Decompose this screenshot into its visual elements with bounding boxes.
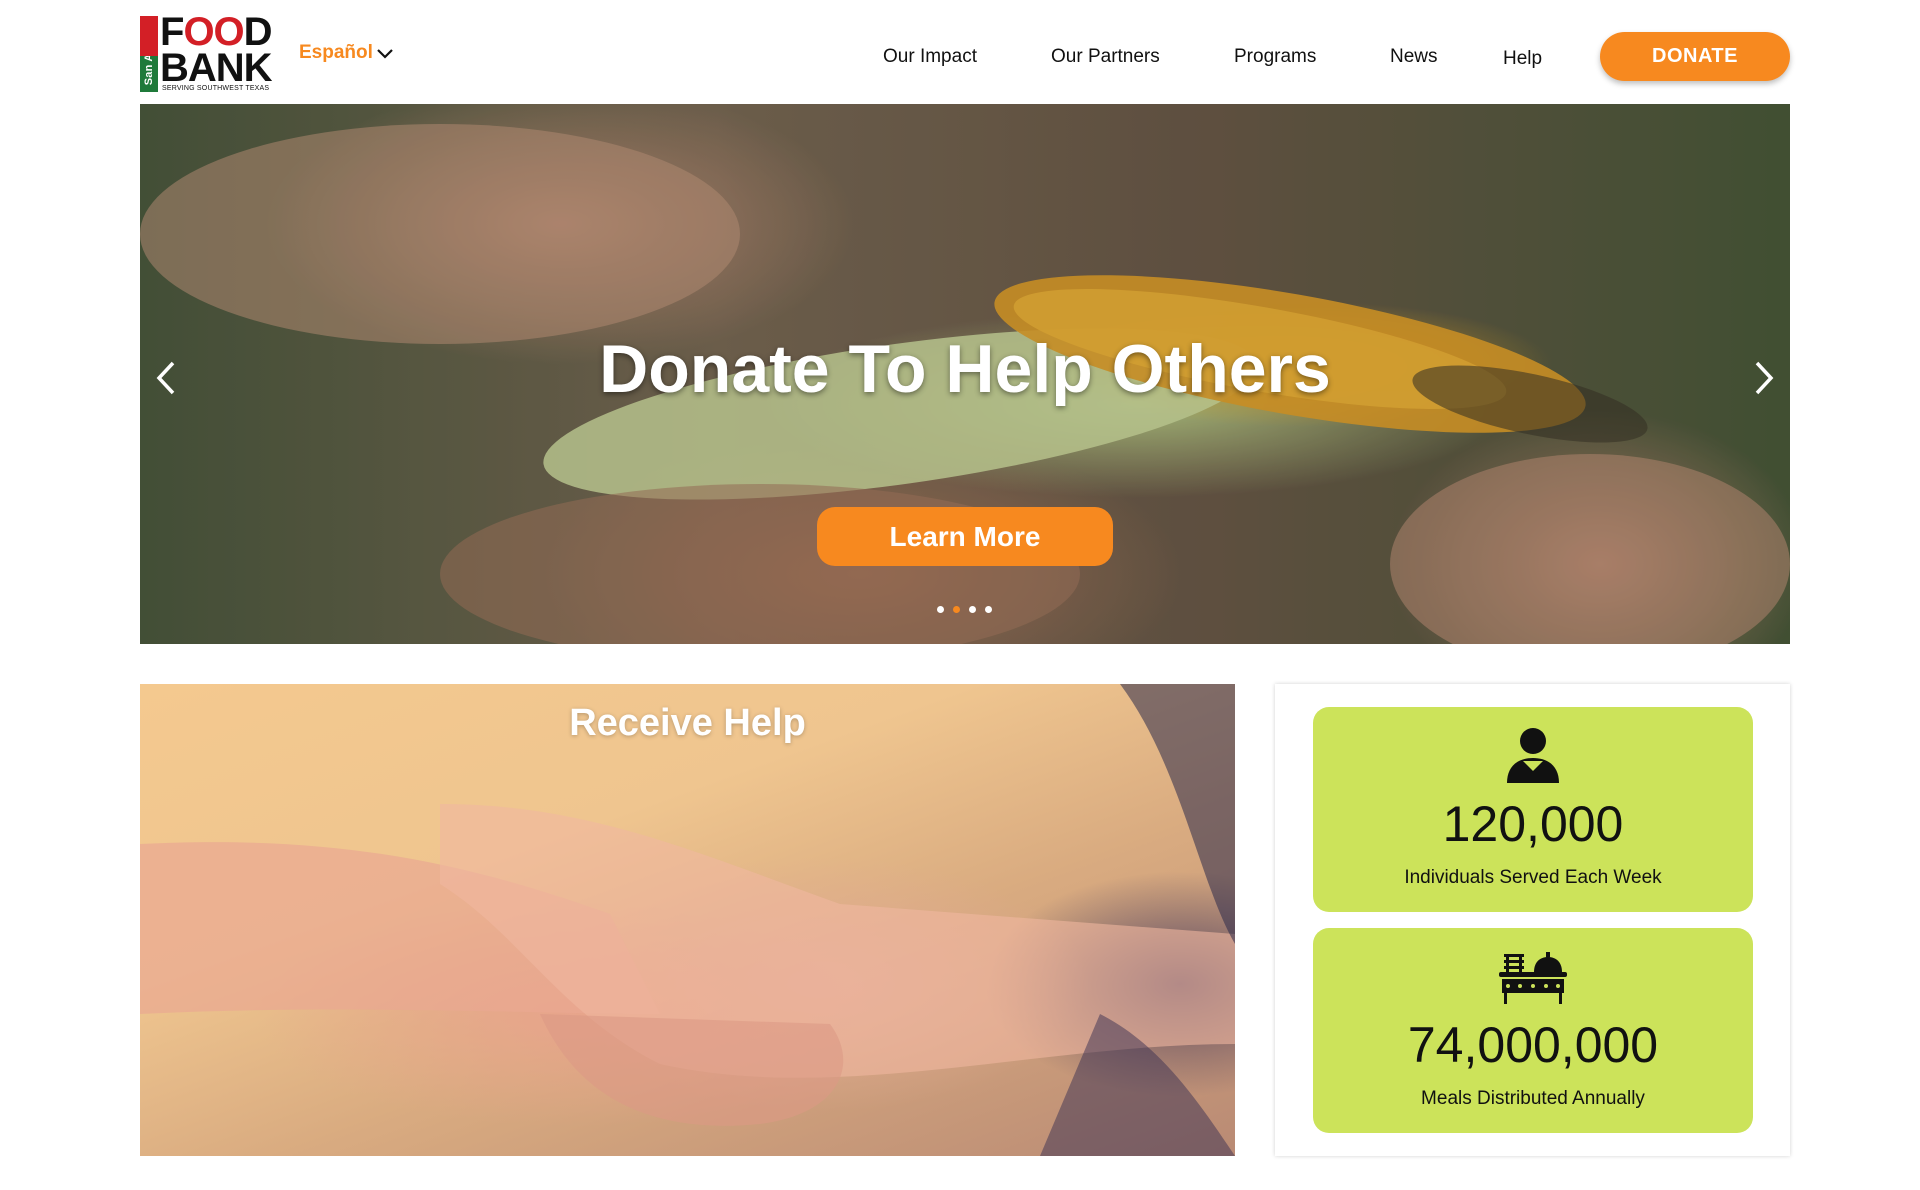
hero-title: Donate To Help Others	[599, 331, 1331, 407]
stat-card-individuals: 120,000 Individuals Served Each Week	[1313, 707, 1753, 912]
logo-word-bank: BANK	[160, 46, 273, 90]
donate-button[interactable]: DONATE	[1600, 32, 1790, 81]
stat-card-meals: 74,000,000 Meals Distributed Annually	[1313, 928, 1753, 1133]
logo-tagline: SERVING SOUTHWEST TEXAS	[162, 85, 270, 92]
carousel-dot[interactable]	[937, 606, 944, 613]
food-bank-logo[interactable]: San Antonio FOOD BANK SERVING SOUTHWEST …	[140, 12, 274, 94]
carousel-dot[interactable]	[985, 606, 992, 613]
language-selector[interactable]: Español	[299, 42, 393, 64]
receive-help-title: Receive Help	[569, 702, 806, 744]
page: San Antonio FOOD BANK SERVING SOUTHWEST …	[0, 0, 1920, 1190]
nav-programs[interactable]: Programs	[1234, 46, 1316, 68]
carousel-dot-active[interactable]	[953, 606, 960, 613]
nav-our-partners[interactable]: Our Partners	[1051, 46, 1160, 68]
carousel-indicators	[937, 606, 992, 613]
stat-label-individuals: Individuals Served Each Week	[1404, 867, 1662, 888]
nav-help[interactable]: Help	[1503, 48, 1542, 70]
stat-value-meals: 74,000,000	[1407, 1017, 1659, 1073]
stat-icon-wrap	[1313, 950, 1753, 1006]
holding-hands-image	[140, 684, 1235, 1156]
carousel-dot[interactable]	[969, 606, 976, 613]
logo-side-red	[140, 16, 158, 56]
stat-icon-wrap	[1313, 727, 1753, 783]
person-icon	[1507, 728, 1559, 783]
receive-help-panel[interactable]: Receive Help	[140, 684, 1235, 1156]
hero-carousel: Donate To Help Others Learn More	[140, 104, 1790, 644]
chevron-down-icon	[377, 49, 393, 59]
site-header: San Antonio FOOD BANK SERVING SOUTHWEST …	[0, 0, 1920, 102]
stats-panel: 120,000 Individuals Served Each Week 74,…	[1275, 684, 1790, 1156]
language-label: Español	[299, 42, 373, 63]
stat-label-meals: Meals Distributed Annually	[1421, 1088, 1645, 1109]
nav-our-impact[interactable]: Our Impact	[883, 46, 977, 68]
nav-news[interactable]: News	[1390, 46, 1438, 68]
stat-value-individuals: 120,000	[1442, 796, 1624, 852]
food-cart-icon	[1499, 952, 1567, 1004]
learn-more-button[interactable]: Learn More	[817, 507, 1113, 566]
